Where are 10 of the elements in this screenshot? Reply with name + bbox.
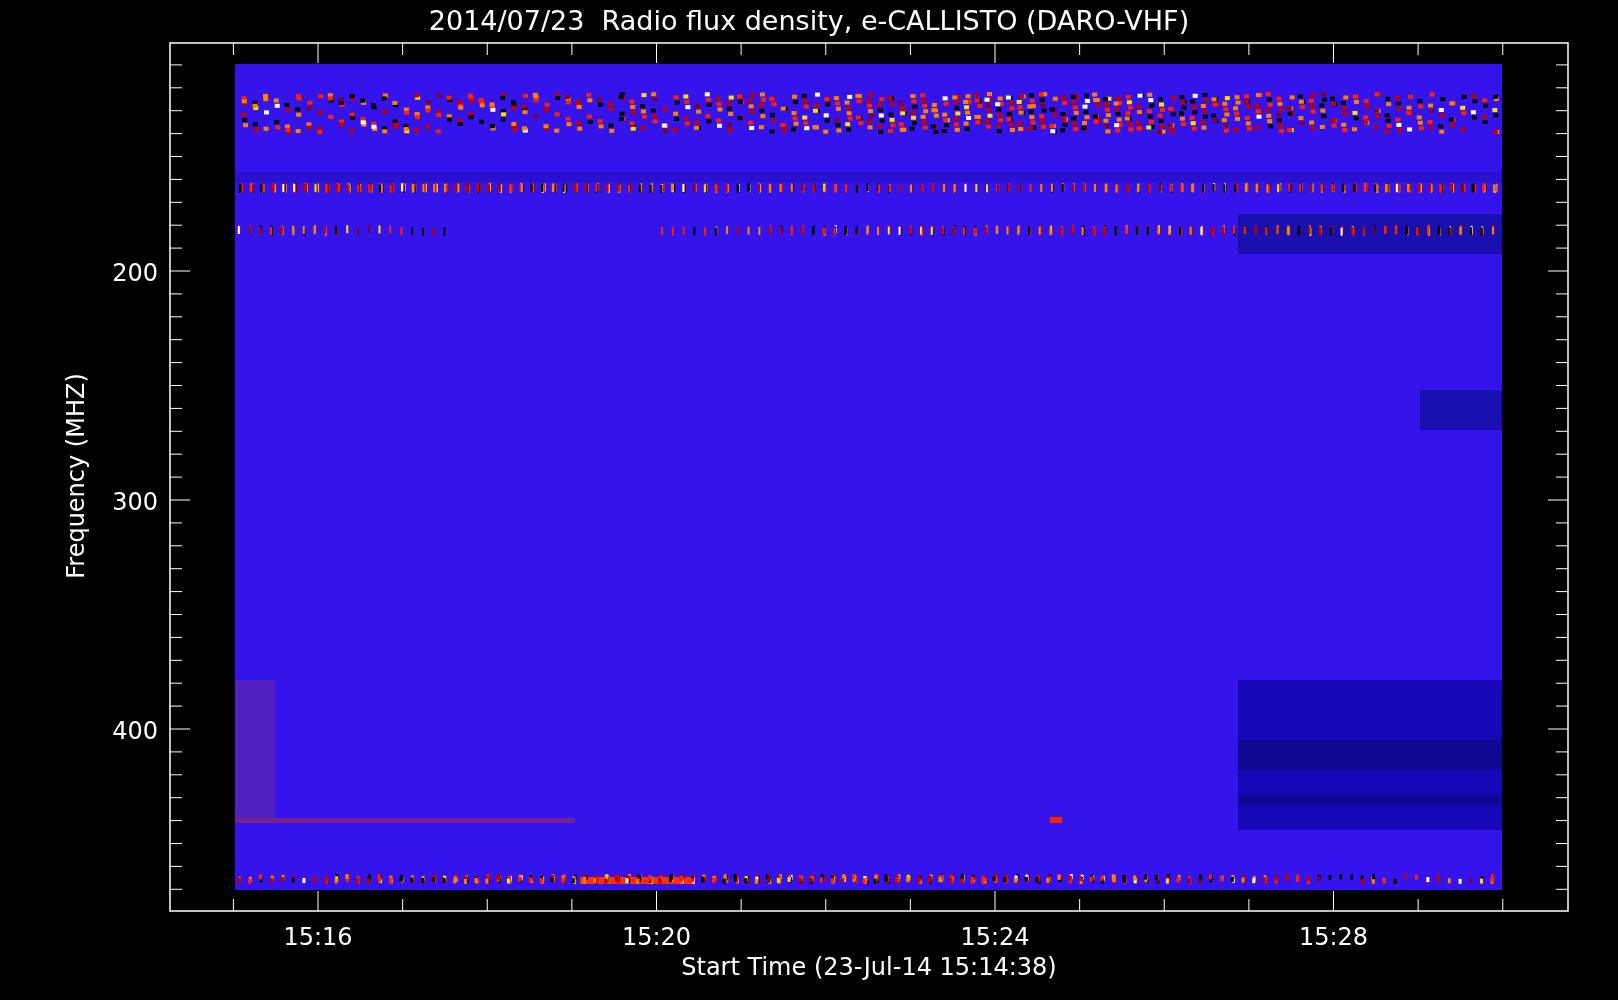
y-tick-label: 400 bbox=[112, 717, 158, 745]
x-axis-label: Start Time (23-Jul-14 15:14:38) bbox=[681, 953, 1057, 981]
y-tick-label: 200 bbox=[112, 259, 158, 287]
x-tick-label: 15:28 bbox=[1298, 923, 1369, 951]
x-tick-label: 15:16 bbox=[283, 923, 353, 951]
y-tick-label: 300 bbox=[112, 488, 158, 516]
y-axis-label: Frequency (MHZ) bbox=[62, 373, 90, 579]
chart-title: 2014/07/23 Radio flux density, e-CALLISTO (DARO-VHF) bbox=[428, 5, 1190, 36]
x-tick-label: 15:20 bbox=[621, 923, 692, 951]
x-tick-label: 15:24 bbox=[960, 923, 1030, 951]
